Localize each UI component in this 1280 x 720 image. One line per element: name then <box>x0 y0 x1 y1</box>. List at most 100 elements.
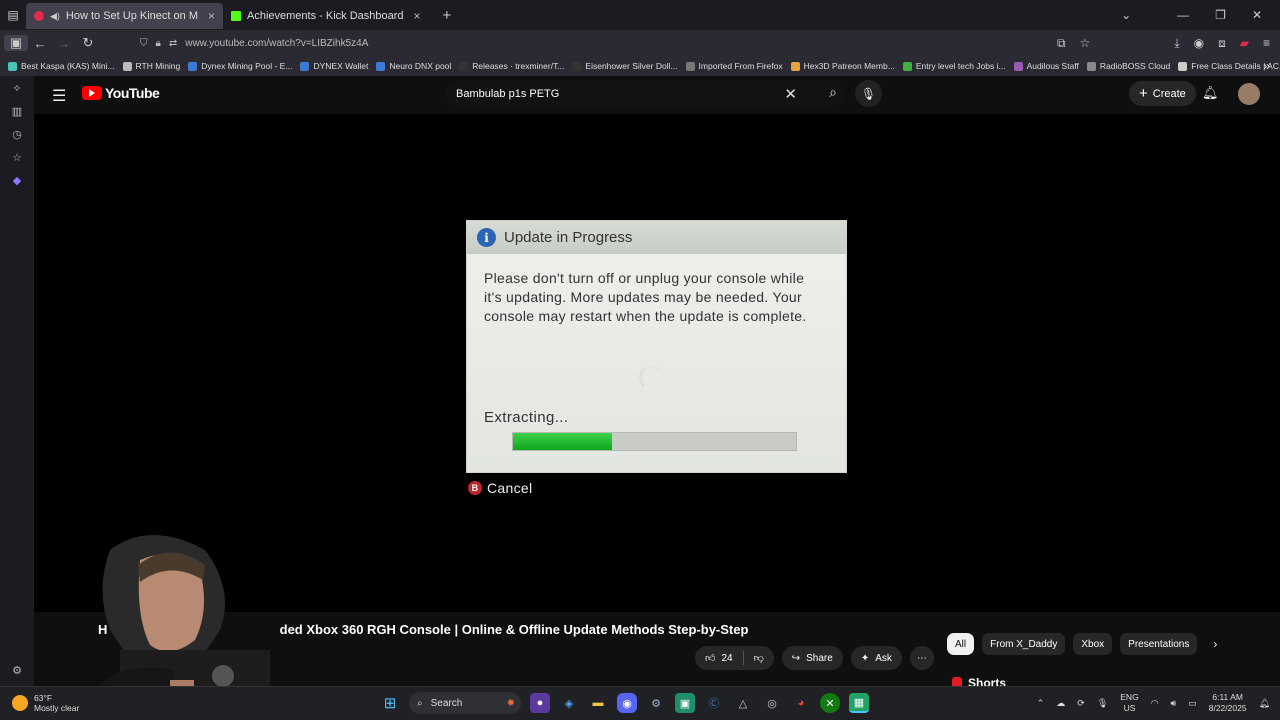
chrome-icon[interactable]: ◕ <box>791 693 811 713</box>
bookmarks-overflow-icon[interactable]: » <box>1263 59 1270 73</box>
extension-icon[interactable]: ◆ <box>13 174 21 187</box>
video-actions: 👍︎ 24 👎︎ ↪ Share ✦ Ask ⋯ <box>695 646 934 670</box>
steam-icon[interactable]: ⚙ <box>646 693 666 713</box>
notification-icon[interactable]: 🔔︎ <box>1259 698 1270 709</box>
search-value[interactable]: Bambulab p1s PETG <box>456 88 559 100</box>
chip-xbox[interactable]: Xbox <box>1073 633 1113 655</box>
new-tab-button[interactable]: + <box>443 7 452 24</box>
shield-icon[interactable]: ⛉ <box>140 38 148 49</box>
bookmark-item[interactable]: Imported From Firefox <box>685 61 783 71</box>
clear-search-icon[interactable]: ✕ <box>784 85 797 103</box>
permissions-icon[interactable]: ⇄ <box>169 38 177 49</box>
back-icon[interactable]: ← <box>28 36 52 51</box>
bookmark-item[interactable]: RadioBOSS Cloud <box>1086 61 1170 71</box>
bookmark-item[interactable]: Audilous Staff <box>1013 61 1079 71</box>
close-tab-icon[interactable]: × <box>208 9 215 23</box>
download-icon[interactable]: ⤓ <box>1174 36 1179 51</box>
close-tab-icon[interactable]: × <box>414 9 421 23</box>
tab-overflow-icon[interactable]: ⌄ <box>1121 8 1131 22</box>
bookmark-item[interactable]: DYNEX Wallet <box>300 61 368 71</box>
onedrive-icon[interactable]: ☁ <box>1056 698 1065 709</box>
obs-icon[interactable]: ◎ <box>762 693 782 713</box>
dislike-icon[interactable]: 👎︎ <box>754 652 764 664</box>
battery-icon[interactable]: ▭ <box>1188 698 1197 709</box>
wifi-icon[interactable]: ◠ <box>1151 698 1159 709</box>
lock-icon[interactable]: 🔒︎ <box>156 38 161 49</box>
history-icon[interactable]: ◷ <box>12 128 22 141</box>
reload-icon[interactable]: ↻ <box>76 35 100 51</box>
app-c-icon[interactable]: Ⓒ <box>704 693 724 713</box>
notifications-bell-icon[interactable]: 🔔︎ <box>1202 85 1219 101</box>
search-input[interactable]: Bambulab p1s PETG ✕ ⌕ <box>445 80 845 107</box>
language-indicator[interactable]: ENG US <box>1120 692 1138 714</box>
weather-widget[interactable]: 63°F Mostly clear <box>12 693 79 713</box>
sync-icon[interactable]: ⟳ <box>1077 698 1085 709</box>
volume-icon[interactable]: 🔊︎ <box>1171 698 1177 709</box>
more-actions-icon[interactable]: ⋯ <box>909 646 934 670</box>
voice-search-icon[interactable]: 🎙︎ <box>855 80 882 107</box>
start-windows-icon[interactable]: ⊞ <box>380 693 400 713</box>
plus-icon: + <box>1139 85 1148 102</box>
close-window-icon[interactable]: ✕ <box>1252 8 1262 22</box>
microphone-icon[interactable]: 🎙︎ <box>1097 698 1108 709</box>
address-bar[interactable]: ⛉ 🔒︎ ⇄ www.youtube.com/watch?v=LIBZihk5z… <box>140 38 368 49</box>
xbox-icon[interactable]: ✕ <box>820 693 840 713</box>
share-button[interactable]: ↪ Share <box>781 646 843 670</box>
bookmark-item[interactable]: RTH Mining <box>122 61 180 71</box>
chip-presentations[interactable]: Presentations <box>1120 633 1198 655</box>
restore-icon[interactable]: ❐ <box>1215 8 1226 22</box>
history-tabs-icon[interactable]: ▥ <box>12 105 22 118</box>
menu-icon[interactable]: ≡ <box>1263 36 1270 50</box>
bookmarks-icon[interactable]: ☆ <box>12 151 22 164</box>
firefox-icon[interactable]: ● <box>530 693 550 713</box>
tab-youtube[interactable]: ◀) How to Set Up Kinect on M × <box>26 3 223 29</box>
bookmark-item[interactable]: Neuro DNX pool <box>376 61 451 71</box>
chip-all[interactable]: All <box>947 633 975 655</box>
discord-icon[interactable]: ◉ <box>617 693 637 713</box>
chip-from-channel[interactable]: From X_Daddy <box>982 633 1066 655</box>
bookmark-item[interactable]: Releases · trexminer/T... <box>459 61 564 71</box>
file-explorer-icon[interactable]: ▬ <box>588 693 608 713</box>
extension-badge-icon[interactable]: ▰ <box>1240 36 1249 50</box>
clock[interactable]: 6:11 AM 8/22/2025 <box>1209 692 1247 714</box>
bookmark-item[interactable]: Hex3D Patreon Memb... <box>790 61 895 71</box>
tab-list-icon[interactable]: ▤ <box>0 8 26 22</box>
forward-icon[interactable]: → <box>52 36 76 51</box>
bookmark-item[interactable]: Eisenhower Silver Doll... <box>572 61 678 71</box>
avatar[interactable] <box>1238 83 1260 105</box>
bookmark-item[interactable]: Dynex Mining Pool - E... <box>188 61 292 71</box>
url-text[interactable]: www.youtube.com/watch?v=LIBZihk5z4A <box>185 38 368 49</box>
youtube-logo[interactable]: YouTube <box>82 85 160 101</box>
minimize-icon[interactable]: — <box>1177 8 1189 22</box>
bookmark-favicon-icon <box>300 61 310 71</box>
like-count[interactable]: 24 <box>721 653 732 664</box>
bookmark-item[interactable]: Best Kaspa (KAS) Mini... <box>8 61 115 71</box>
sidebar-settings-icon[interactable]: ⚙ <box>12 664 22 677</box>
guide-menu-icon[interactable]: ☰ <box>52 86 66 106</box>
chevron-right-icon[interactable]: › <box>1213 637 1217 651</box>
search-icon[interactable]: ⌕ <box>829 84 837 101</box>
app-a-icon[interactable]: △ <box>733 693 753 713</box>
loading-spinner-icon <box>639 365 665 391</box>
sparkle-icon: ✦ <box>860 652 870 664</box>
sidebar-toggle-icon[interactable]: ▣ <box>4 35 28 51</box>
bookmark-favicon-icon <box>685 61 695 71</box>
ask-button[interactable]: ✦ Ask <box>850 646 902 670</box>
account-icon[interactable]: ◉ <box>1194 36 1204 50</box>
tab-kick[interactable]: Achievements - Kick Dashboard × <box>223 3 429 29</box>
android-app-icon[interactable]: ▣ <box>675 693 695 713</box>
tray-overflow-icon[interactable]: ⌃ <box>1037 698 1045 709</box>
bookmark-item[interactable]: Entry level tech Jobs i... <box>902 61 1006 71</box>
picture-in-picture-icon[interactable]: ⧉ <box>1057 36 1066 51</box>
dialog-message: Please don't turn off or unplug your con… <box>484 270 807 324</box>
ai-chat-icon[interactable]: ✧ <box>12 82 21 95</box>
video-player[interactable]: i Update in Progress Please don't turn o… <box>34 114 1280 612</box>
bookmark-star-icon[interactable]: ☆ <box>1080 36 1091 50</box>
extensions-icon[interactable]: ⧈ <box>1218 36 1226 51</box>
create-button[interactable]: + Create <box>1129 81 1196 106</box>
like-icon[interactable]: 👍︎ <box>705 652 715 664</box>
copilot-icon[interactable]: ◈ <box>559 693 579 713</box>
excel-icon[interactable]: ▦ <box>849 693 869 713</box>
taskbar-search[interactable]: ⌕ Search ✹ <box>409 692 521 714</box>
bookmark-favicon-icon <box>122 61 132 71</box>
